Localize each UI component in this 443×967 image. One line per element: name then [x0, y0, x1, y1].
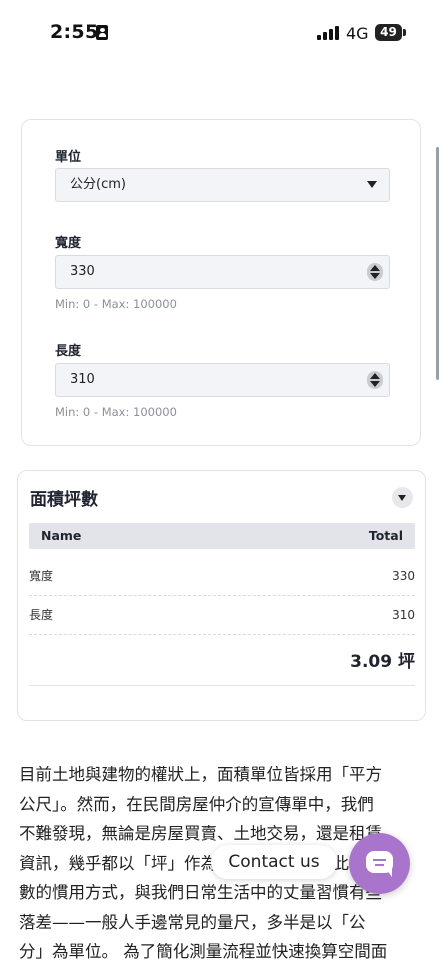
network-type: 4G: [346, 24, 369, 43]
unit-label: 單位: [55, 150, 82, 165]
total-area-value: 3.09 坪: [350, 652, 415, 672]
contact-us-text: Contact us: [228, 852, 320, 872]
row-name: 寬度: [29, 569, 54, 583]
row-total: 310: [392, 608, 415, 622]
article-line: 落差——一般人手邊常見的量尺，多半是以「公: [19, 912, 366, 932]
unit-select-value: 公分(cm): [70, 177, 126, 192]
width-stepper-icon[interactable]: [367, 263, 383, 281]
row-name: 長度: [29, 608, 54, 622]
chat-button[interactable]: [349, 833, 410, 894]
chevron-down-icon: [367, 181, 377, 188]
length-stepper-icon[interactable]: [367, 371, 383, 389]
battery-level: 49: [380, 25, 397, 39]
result-title: 面積坪數: [30, 490, 98, 510]
total-row: 3.09 坪: [29, 639, 415, 686]
width-hint: Min: 0 - Max: 100000: [55, 297, 177, 311]
length-input[interactable]: 310: [55, 363, 390, 397]
width-label: 寬度: [55, 236, 82, 251]
article-line: 分」為單位。 為了簡化測量流程並快速換算空間面: [19, 942, 388, 961]
calculator-form: 單位 公分(cm) 寬度 330 Min: 0 - Max: 100000 長度…: [21, 119, 421, 446]
battery-icon: 49: [375, 24, 406, 41]
width-input-value: 330: [70, 264, 95, 279]
article-line: 目前土地與建物的權狀上，面積單位皆採用「平方: [19, 765, 382, 784]
table-header: Name Total: [29, 523, 415, 549]
scrollbar[interactable]: [436, 147, 439, 380]
article-line: 公尺」。然而，在民間房屋仲介的宣傳單中，我們: [19, 794, 374, 814]
signal-strength-icon: [317, 26, 341, 40]
collapse-toggle-icon[interactable]: [392, 487, 413, 508]
row-total: 330: [392, 569, 415, 583]
width-input[interactable]: 330: [55, 255, 390, 289]
table-row: 長度 310: [29, 596, 415, 635]
result-card: 面積坪數 Name Total 寬度 330 長度 310 3.09 坪: [17, 470, 426, 721]
contact-us-label[interactable]: Contact us: [211, 845, 337, 879]
status-bar: 2:55 4G 49: [0, 0, 443, 66]
id-card-icon: [96, 25, 108, 40]
length-hint: Min: 0 - Max: 100000: [55, 405, 177, 419]
status-time: 2:55: [50, 21, 99, 43]
length-input-value: 310: [70, 372, 95, 387]
column-total: Total: [368, 528, 403, 543]
column-name: Name: [41, 528, 82, 543]
unit-select[interactable]: 公分(cm): [55, 168, 390, 202]
table-row: 寬度 330: [29, 557, 415, 596]
length-label: 長度: [55, 344, 82, 359]
